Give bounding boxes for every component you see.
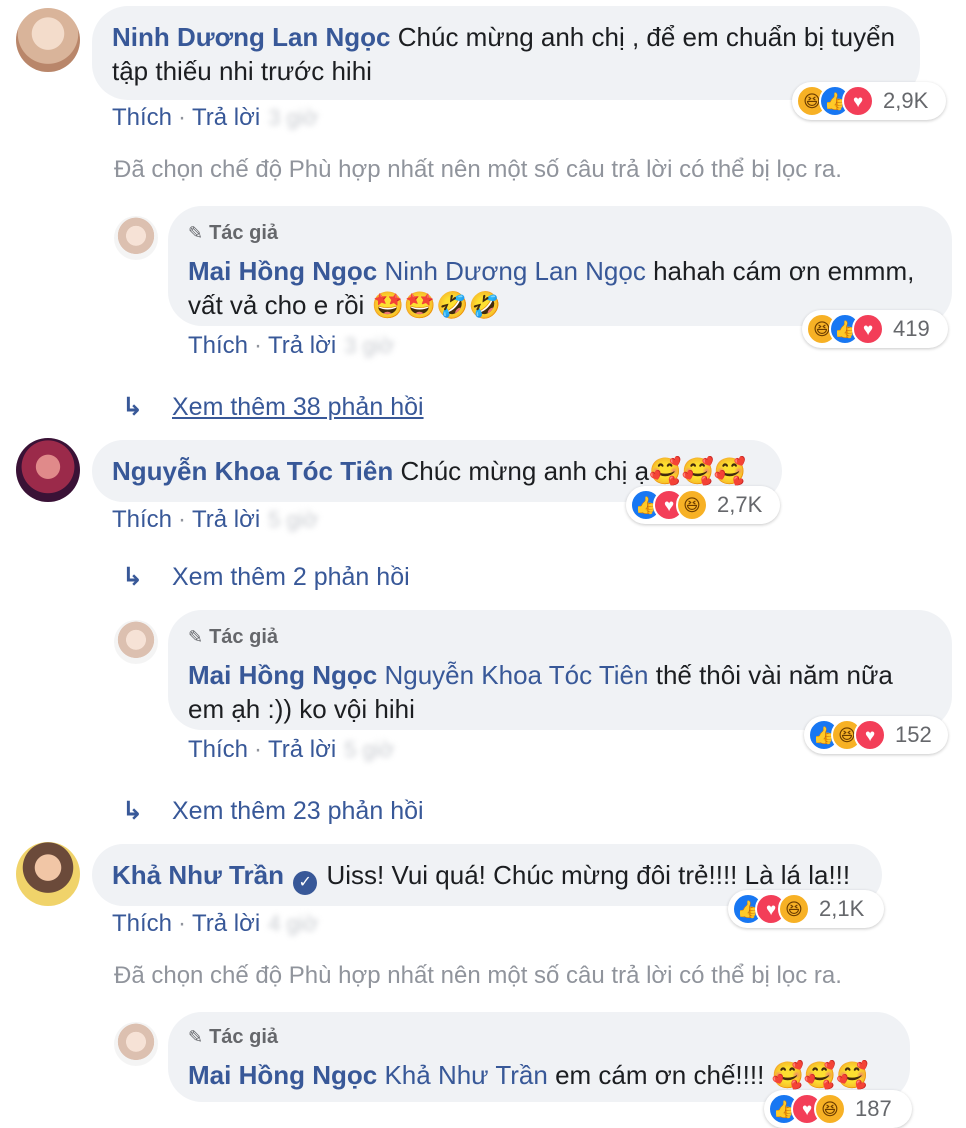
comment-author-name[interactable]: Khả Như Trần (112, 860, 284, 890)
reaction-summary[interactable]: 👍 ♥ 😆 187 (764, 1090, 912, 1128)
comment-author-name[interactable]: Nguyễn Khoa Tóc Tiên (112, 456, 393, 486)
reaction-count: 2,9K (883, 88, 929, 113)
love-icon: ♥ (854, 719, 886, 751)
view-more-replies-link[interactable]: ↳ Xem thêm 2 phản hồi (122, 562, 410, 592)
filter-notice: Đã chọn chế độ Phù hợp nhất nên một số c… (114, 962, 842, 989)
filter-notice: Đã chọn chế độ Phù hợp nhất nên một số c… (114, 156, 842, 183)
author-badge-label: Tác giả (209, 626, 279, 648)
separator-dot: · (178, 104, 187, 131)
comment-actions: Thích · Trả lời 4 giờ (112, 910, 318, 938)
avatar-kha-nhu-tran[interactable] (16, 842, 80, 906)
reply-arrow-icon: ↳ (122, 797, 143, 825)
author-badge: ✎ Tác giả (188, 216, 932, 250)
pen-icon: ✎ (188, 223, 204, 243)
avatar-ninh-duong-lan-ngoc[interactable] (16, 8, 80, 72)
view-more-replies-label[interactable]: Xem thêm 38 phản hồi (172, 393, 424, 421)
reply-link[interactable]: Trả lời (268, 736, 336, 763)
reaction-summary[interactable]: 😆 👍 ♥ 419 (802, 310, 948, 348)
mention-tag[interactable]: Nguyễn Khoa Tóc Tiên (384, 660, 648, 690)
view-more-replies-link[interactable]: ↳ Xem thêm 38 phản hồi (122, 392, 424, 422)
emoji-smiling-hearts: 🥰🥰🥰 (649, 456, 747, 486)
pen-icon: ✎ (188, 1027, 204, 1047)
reply-link[interactable]: Trả lời (192, 104, 260, 131)
reaction-count: 419 (893, 316, 930, 341)
view-more-replies-label[interactable]: Xem thêm 23 phản hồi (172, 797, 424, 825)
reply-arrow-icon: ↳ (122, 393, 143, 421)
timestamp[interactable]: 3 giờ (344, 333, 394, 358)
like-link[interactable]: Thích (112, 104, 172, 131)
avatar-mai-hong-ngoc[interactable] (114, 620, 158, 664)
author-badge: ✎ Tác giả (188, 1020, 890, 1054)
reaction-count: 187 (855, 1096, 892, 1121)
avatar-nguyen-khoa-toc-tien[interactable] (16, 438, 80, 502)
reply-bubble: ✎ Tác giả Mai Hồng Ngọc Nguyễn Khoa Tóc … (168, 610, 952, 730)
pen-icon: ✎ (188, 627, 204, 647)
reply-actions: Thích · Trả lời 5 giờ (188, 736, 394, 764)
timestamp[interactable]: 3 giờ (268, 105, 318, 130)
like-link[interactable]: Thích (188, 332, 248, 359)
reply-actions: Thích · Trả lời 3 giờ (188, 332, 394, 360)
mention-tag[interactable]: Khả Như Trần (384, 1060, 547, 1090)
reply-link[interactable]: Trả lời (192, 910, 260, 937)
reaction-count: 152 (895, 722, 932, 747)
reply-author-name[interactable]: Mai Hồng Ngọc (188, 660, 377, 690)
reply-author-name[interactable]: Mai Hồng Ngọc (188, 1060, 377, 1090)
view-more-replies-label[interactable]: Xem thêm 2 phản hồi (172, 563, 410, 591)
timestamp[interactable]: 5 giờ (344, 737, 394, 762)
separator-dot: · (254, 736, 263, 763)
reply-link[interactable]: Trả lời (268, 332, 336, 359)
like-link[interactable]: Thích (112, 506, 172, 533)
author-badge-label: Tác giả (209, 1026, 279, 1048)
avatar-mai-hong-ngoc[interactable] (114, 216, 158, 260)
timestamp[interactable]: 5 giờ (268, 507, 318, 532)
timestamp[interactable]: 4 giờ (268, 911, 318, 936)
mention-tag[interactable]: Ninh Dương Lan Ngọc (384, 256, 645, 286)
emoji-star-struck-rofl: 🤩🤩🤣🤣 (371, 290, 502, 320)
avatar-mai-hong-ngoc[interactable] (114, 1022, 158, 1066)
reaction-summary[interactable]: 👍 ♥ 😆 2,7K (626, 486, 780, 524)
comment-text: Chúc mừng anh chị ạ (400, 456, 650, 486)
reply-arrow-icon: ↳ (122, 563, 143, 591)
haha-icon: 😆 (814, 1093, 846, 1125)
comment-author-name[interactable]: Ninh Dương Lan Ngọc (112, 22, 391, 52)
separator-dot: · (254, 332, 263, 359)
comment-actions: Thích · Trả lời 5 giờ (112, 506, 318, 534)
comment-bubble: Ninh Dương Lan Ngọc Chúc mừng anh chị , … (92, 6, 920, 100)
haha-icon: 😆 (778, 893, 810, 925)
author-badge: ✎ Tác giả (188, 620, 932, 654)
like-link[interactable]: Thích (188, 736, 248, 763)
separator-dot: · (178, 910, 187, 937)
verified-badge-icon: ✓ (293, 871, 318, 895)
emoji-smiling-hearts: 🥰🥰🥰 (771, 1060, 869, 1090)
author-badge-label: Tác giả (209, 222, 279, 244)
haha-icon: 😆 (676, 489, 708, 521)
reply-bubble: ✎ Tác giả Mai Hồng Ngọc Khả Như Trần em … (168, 1012, 910, 1102)
view-more-replies-link[interactable]: ↳ Xem thêm 23 phản hồi (122, 796, 424, 826)
reaction-count: 2,7K (717, 492, 763, 517)
comment-text: Uiss! Vui quá! Chúc mừng đôi trẻ!!!! Là … (326, 860, 851, 890)
reply-link[interactable]: Trả lời (192, 506, 260, 533)
comment-actions: Thích · Trả lời 3 giờ (112, 104, 318, 132)
love-icon: ♥ (842, 85, 874, 117)
reaction-summary[interactable]: 👍 😆 ♥ 152 (804, 716, 948, 754)
love-icon: ♥ (852, 313, 884, 345)
reaction-summary[interactable]: 👍 ♥ 😆 2,1K (728, 890, 884, 928)
reaction-summary[interactable]: 😆 👍 ♥ 2,9K (792, 82, 946, 120)
reply-text: em cám ơn chế!!!! (555, 1060, 765, 1090)
reply-bubble: ✎ Tác giả Mai Hồng Ngọc Ninh Dương Lan N… (168, 206, 952, 326)
like-link[interactable]: Thích (112, 910, 172, 937)
reply-author-name[interactable]: Mai Hồng Ngọc (188, 256, 377, 286)
reaction-count: 2,1K (819, 896, 865, 921)
separator-dot: · (178, 506, 187, 533)
